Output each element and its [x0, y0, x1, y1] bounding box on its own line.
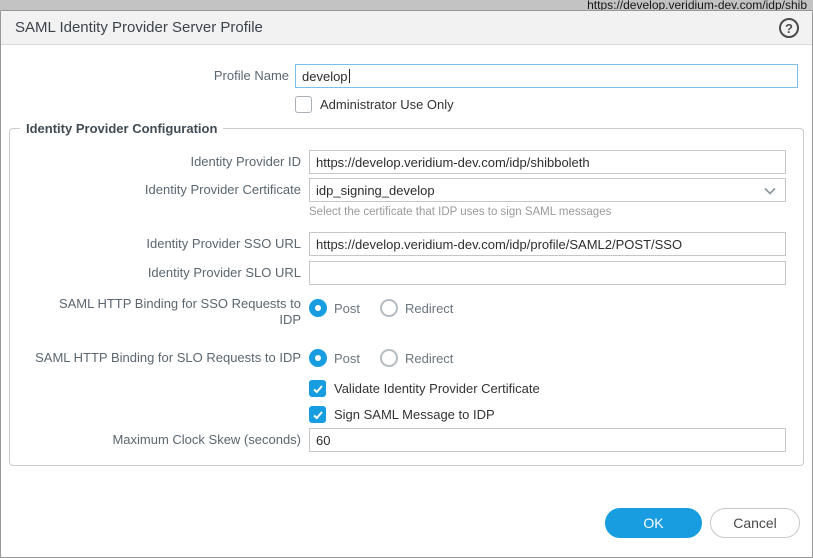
- profile-name-input[interactable]: develop: [295, 64, 798, 88]
- cancel-button[interactable]: Cancel: [710, 508, 800, 538]
- sso-binding-redirect-label: Redirect: [405, 301, 453, 316]
- sso-binding-post-radio[interactable]: [309, 299, 327, 317]
- check-icon: [312, 409, 324, 421]
- slo-binding-options: Post Redirect: [309, 349, 473, 367]
- sign-saml-checkbox[interactable]: [309, 406, 326, 423]
- chevron-down-icon: [764, 187, 776, 195]
- slo-url-row: Identity Provider SLO URL: [1, 261, 812, 285]
- sso-binding-redirect-radio[interactable]: [380, 299, 398, 317]
- ok-button[interactable]: OK: [605, 508, 702, 538]
- radio-dot-icon: [315, 305, 321, 311]
- idp-certificate-select[interactable]: idp_signing_develop: [309, 178, 786, 202]
- idp-certificate-value: idp_signing_develop: [316, 183, 435, 198]
- background-page: https://develop.veridium-dev.com/idp/shi…: [0, 0, 813, 10]
- admin-only-checkbox[interactable]: [295, 96, 312, 113]
- profile-name-value: develop: [302, 69, 348, 84]
- idp-id-row: Identity Provider ID: [1, 150, 812, 174]
- check-icon: [312, 383, 324, 395]
- admin-only-row: Administrator Use Only: [295, 96, 454, 113]
- sso-binding-post-label: Post: [334, 301, 360, 316]
- dialog-body: Profile Name develop Administrator Use O…: [1, 45, 812, 558]
- validate-cert-row: Validate Identity Provider Certificate: [309, 380, 540, 397]
- sso-url-input[interactable]: [309, 232, 786, 256]
- validate-cert-checkbox[interactable]: [309, 380, 326, 397]
- clock-skew-row: Maximum Clock Skew (seconds): [1, 428, 812, 452]
- validate-cert-label: Validate Identity Provider Certificate: [334, 381, 540, 396]
- sso-binding-row: SAML HTTP Binding for SSO Requests to ID…: [1, 297, 812, 331]
- admin-only-label: Administrator Use Only: [320, 97, 454, 112]
- sign-saml-label: Sign SAML Message to IDP: [334, 407, 495, 422]
- idp-certificate-label: Identity Provider Certificate: [1, 178, 301, 202]
- clock-skew-input[interactable]: [309, 428, 786, 452]
- idp-id-label: Identity Provider ID: [1, 150, 301, 174]
- idp-certificate-row: Identity Provider Certificate idp_signin…: [1, 178, 812, 202]
- help-icon[interactable]: ?: [779, 18, 799, 38]
- idp-certificate-helper: Select the certificate that IDP uses to …: [309, 205, 611, 219]
- slo-url-label: Identity Provider SLO URL: [1, 261, 301, 285]
- idp-id-input[interactable]: [309, 150, 786, 174]
- radio-dot-icon: [315, 355, 321, 361]
- sso-url-row: Identity Provider SSO URL: [1, 232, 812, 256]
- slo-url-input[interactable]: [309, 261, 786, 285]
- sso-binding-options: Post Redirect: [309, 299, 473, 317]
- background-url-text[interactable]: https://develop.veridium-dev.com/idp/shi…: [587, 0, 807, 10]
- slo-binding-post-radio[interactable]: [309, 349, 327, 367]
- text-caret: [349, 69, 350, 83]
- sso-url-label: Identity Provider SSO URL: [1, 232, 301, 256]
- profile-name-label: Profile Name: [1, 64, 289, 88]
- idp-configuration-legend: Identity Provider Configuration: [20, 121, 223, 136]
- slo-binding-row: SAML HTTP Binding for SLO Requests to ID…: [1, 346, 812, 370]
- clock-skew-label: Maximum Clock Skew (seconds): [1, 428, 301, 452]
- sign-saml-row: Sign SAML Message to IDP: [309, 406, 495, 423]
- slo-binding-redirect-radio[interactable]: [380, 349, 398, 367]
- slo-binding-label: SAML HTTP Binding for SLO Requests to ID…: [1, 346, 301, 370]
- dialog-title: SAML Identity Provider Server Profile: [15, 19, 263, 36]
- slo-binding-redirect-label: Redirect: [405, 351, 453, 366]
- sso-binding-label: SAML HTTP Binding for SSO Requests to ID…: [41, 296, 301, 328]
- dialog-header: SAML Identity Provider Server Profile ?: [1, 11, 812, 45]
- slo-binding-post-label: Post: [334, 351, 360, 366]
- saml-idp-profile-dialog: SAML Identity Provider Server Profile ? …: [0, 10, 813, 558]
